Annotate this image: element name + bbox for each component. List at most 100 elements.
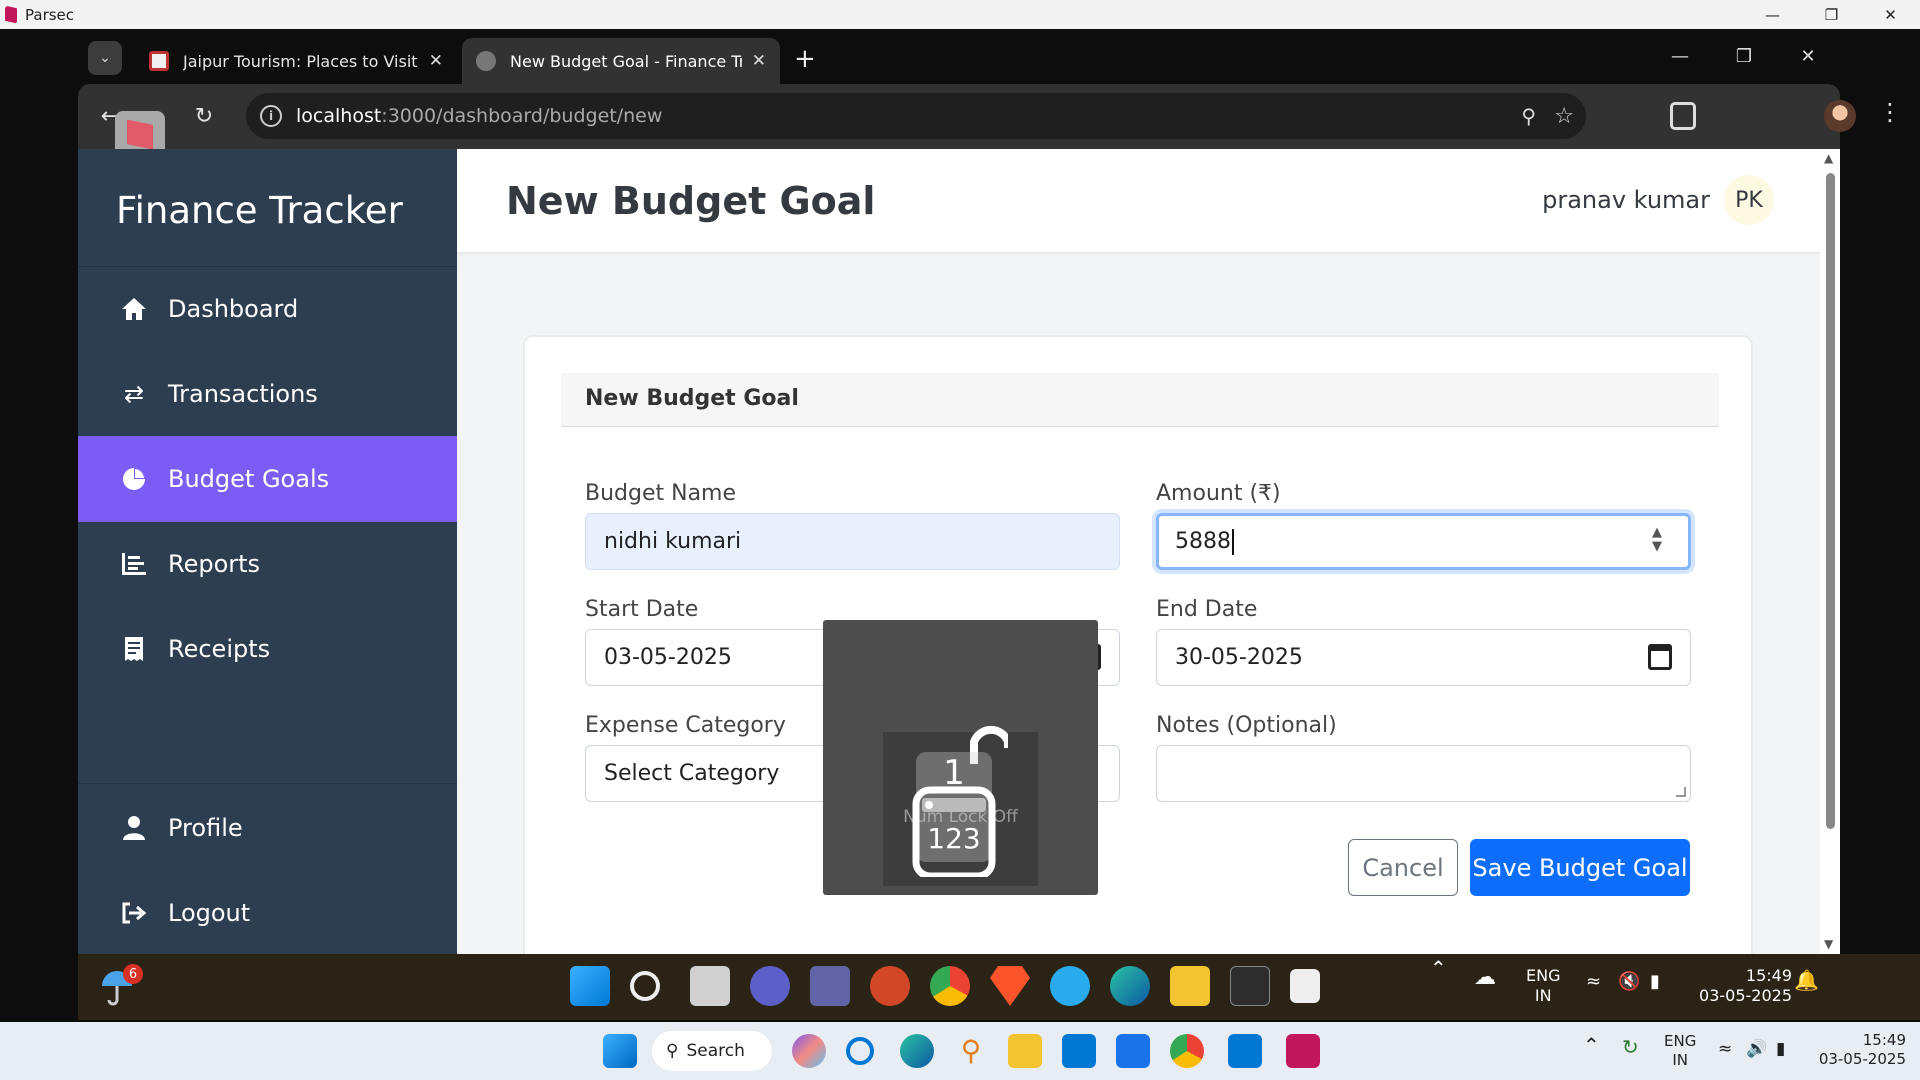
task-view-icon[interactable] (690, 966, 730, 1006)
telegram-icon[interactable] (1050, 966, 1090, 1006)
sync-icon[interactable]: ↻ (1622, 1037, 1639, 1057)
onedrive-cloud-icon[interactable]: ☁ (1474, 967, 1496, 989)
sidebar-item-transactions[interactable]: ⇄ Transactions (78, 351, 457, 437)
clock[interactable]: 15:49 03-05-2025 (1692, 966, 1792, 1006)
user-avatar[interactable]: PK (1724, 175, 1774, 225)
sidebar-item-label: Transactions (168, 380, 318, 408)
scroll-down-icon[interactable]: ▼ (1824, 937, 1833, 951)
copilot-icon[interactable] (792, 1034, 826, 1068)
scrollbar-thumb[interactable] (1826, 173, 1835, 829)
home-icon (114, 297, 154, 321)
search-icon[interactable] (630, 971, 660, 1001)
tray-chevron-icon[interactable]: ⌃ (1583, 1035, 1600, 1055)
browser-tab-jaipur[interactable]: Jaipur Tourism: Places to Visit, S ✕ (135, 38, 457, 84)
box-app-icon[interactable] (1290, 969, 1320, 1003)
user-name: pranav kumar (1542, 186, 1710, 214)
language-indicator[interactable]: ENG IN (1664, 1032, 1696, 1070)
windows-start-icon[interactable] (603, 1034, 637, 1068)
windows-start-icon[interactable] (570, 966, 610, 1006)
language-indicator[interactable]: ENG IN (1526, 966, 1560, 1006)
meet-icon[interactable] (750, 966, 790, 1006)
pie-chart-icon (114, 467, 154, 491)
address-bar[interactable]: i localhost:3000/dashboard/budget/new ⚲ … (246, 93, 1586, 139)
page-scrollbar[interactable]: ▲ ▼ (1820, 149, 1840, 954)
scroll-up-icon[interactable]: ▲ (1824, 151, 1833, 165)
sidebar-item-budget-goals[interactable]: Budget Goals (78, 436, 457, 522)
url-host: localhost (296, 105, 382, 127)
save-budget-goal-button[interactable]: Save Budget Goal (1470, 839, 1690, 896)
cortana-icon[interactable] (846, 1037, 874, 1065)
sidebar-item-receipts[interactable]: Receipts (78, 606, 457, 692)
tab-close-icon[interactable]: ✕ (752, 51, 766, 71)
new-tab-plus-icon[interactable]: + (794, 44, 816, 74)
restore-icon[interactable]: ❐ (1712, 36, 1776, 76)
app-icon[interactable] (1116, 1034, 1150, 1068)
url-text[interactable]: localhost:3000/dashboard/budget/new (296, 105, 662, 127)
store-icon[interactable] (1062, 1034, 1096, 1068)
clock[interactable]: 15:49 03-05-2025 (1810, 1031, 1906, 1069)
notes-textarea[interactable] (1156, 745, 1691, 802)
tab-search-dropdown-icon[interactable]: ⌄ (88, 41, 122, 75)
browser-window-controls: — ❐ ✕ (1648, 36, 1840, 76)
sidebar-item-profile[interactable]: Profile (78, 785, 457, 871)
cancel-button[interactable]: Cancel (1348, 839, 1458, 896)
restore-icon[interactable]: ❐ (1802, 0, 1861, 29)
volume-icon[interactable]: 🔊 (1746, 1040, 1767, 1059)
file-explorer-icon[interactable] (1170, 966, 1210, 1006)
sidebar-item-dashboard[interactable]: Dashboard (78, 266, 457, 352)
page-header: New Budget Goal pranav kumar PK (457, 149, 1820, 253)
page-title: New Budget Goal (506, 179, 876, 223)
minimize-icon[interactable]: — (1648, 36, 1712, 76)
site-info-icon[interactable]: i (260, 105, 282, 127)
vscode-icon[interactable] (1228, 1034, 1262, 1068)
file-explorer-icon[interactable] (1008, 1034, 1042, 1068)
close-icon[interactable]: ✕ (1861, 0, 1920, 29)
budget-name-input[interactable]: nidhi kumari (585, 513, 1120, 570)
end-date-value: 30-05-2025 (1175, 645, 1303, 670)
url-path: :3000/dashboard/budget/new (381, 105, 663, 127)
tab-title: Jaipur Tourism: Places to Visit, S (183, 51, 419, 71)
region-code: IN (1534, 986, 1552, 1005)
reload-icon[interactable]: ↻ (186, 98, 222, 134)
terminal-icon[interactable] (1230, 966, 1270, 1006)
osd-key-label: 1 (943, 753, 965, 793)
receipt-icon (114, 637, 154, 661)
zoom-magnifier-icon[interactable]: ⚲ (1521, 104, 1536, 128)
sidebar-item-reports[interactable]: Reports (78, 521, 457, 607)
wifi-icon[interactable]: ≈ (1586, 972, 1601, 992)
profile-avatar[interactable] (1824, 100, 1856, 132)
bookmark-star-icon[interactable]: ☆ (1554, 104, 1574, 129)
minimize-icon[interactable]: — (1743, 0, 1802, 29)
parsec-icon[interactable] (1286, 1034, 1320, 1068)
taskbar-search-button[interactable]: ⚲ Search (652, 1031, 772, 1071)
sidebar-item-label: Reports (168, 550, 261, 578)
number-spinner-icon[interactable]: ▲ ▼ (1652, 526, 1662, 554)
parsec-window-title: Parsec (25, 5, 75, 24)
browser-tab-budget[interactable]: New Budget Goal - Finance Tra ✕ (462, 38, 780, 84)
amount-input[interactable]: 5888 ▲ ▼ (1156, 513, 1691, 570)
tray-chevron-icon[interactable]: ⌃ (1430, 958, 1447, 978)
resize-grip-icon[interactable] (1676, 787, 1686, 797)
end-date-input[interactable]: 30-05-2025 (1156, 629, 1691, 686)
edge-icon[interactable] (1110, 966, 1150, 1006)
chrome-icon[interactable] (930, 966, 970, 1006)
edge-icon[interactable] (900, 1034, 934, 1068)
sidebar-item-logout[interactable]: Logout (78, 870, 457, 954)
calendar-icon[interactable] (1648, 644, 1672, 670)
tab-close-icon[interactable]: ✕ (429, 51, 443, 71)
notification-bell-icon[interactable]: 🔔 (1794, 970, 1819, 990)
extensions-puzzle-icon[interactable] (1670, 102, 1696, 130)
teams-icon[interactable] (810, 966, 850, 1006)
budget-name-label: Budget Name (585, 481, 737, 506)
powerpoint-icon[interactable] (870, 966, 910, 1006)
wifi-icon[interactable]: ≈ (1718, 1040, 1732, 1059)
brave-icon[interactable] (990, 966, 1030, 1006)
chrome-icon[interactable] (1170, 1034, 1204, 1068)
more-menu-icon[interactable]: ⋮ (1878, 98, 1902, 126)
battery-icon[interactable]: ▮ (1650, 972, 1660, 992)
battery-icon[interactable]: ▮ (1776, 1040, 1785, 1059)
volume-muted-icon[interactable]: 🔇 (1618, 972, 1640, 992)
magnifier-app-icon[interactable]: ⚲ (954, 1034, 988, 1068)
osd-badge-label: 123 (927, 822, 980, 855)
close-icon[interactable]: ✕ (1776, 36, 1840, 76)
